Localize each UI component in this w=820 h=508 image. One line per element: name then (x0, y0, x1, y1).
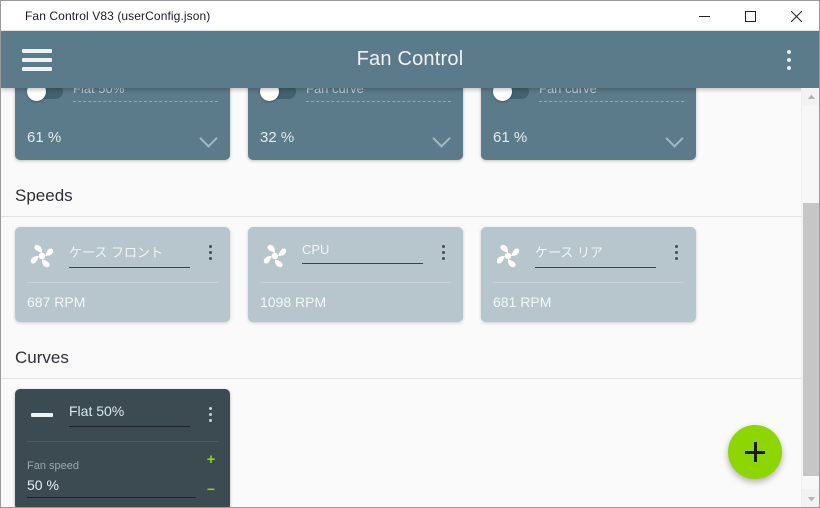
curve-card[interactable]: Flat 50% Fan speed 50 % + − (15, 389, 230, 507)
fan-icon (260, 241, 290, 271)
control-card-footer: 32 % (260, 126, 451, 148)
control-toggle[interactable] (260, 88, 296, 101)
controls-card-row: Flat 50% 61 % Fan curve 32 % Fan curve 6… (1, 88, 803, 174)
speeds-section-header: Speeds (1, 174, 803, 216)
underline (69, 267, 190, 268)
scroll-down-arrow[interactable] (802, 489, 819, 507)
fan-speed-field[interactable]: Fan speed 50 % (27, 460, 196, 498)
control-card-footer: 61 % (27, 126, 218, 148)
control-percent: 61 % (27, 128, 62, 146)
speed-name-label: CPU (302, 242, 330, 257)
expand-chevron-icon[interactable] (433, 132, 451, 142)
minimize-button[interactable] (681, 1, 727, 31)
window-controls (681, 1, 819, 31)
scrollbar-thumb[interactable] (803, 203, 819, 476)
scroll-up-arrow[interactable] (802, 88, 819, 106)
app-title: Fan Control (356, 48, 464, 70)
speed-card[interactable]: ケース リア 681 RPM (481, 227, 696, 322)
add-button[interactable] (728, 425, 782, 479)
control-source-label: Flat 50% (73, 88, 125, 96)
fan-speed-stepper: + − (204, 452, 218, 498)
speed-name-label: ケース リア (535, 245, 603, 260)
underline (69, 426, 190, 427)
app-bar: Fan Control (1, 31, 819, 88)
expand-chevron-icon[interactable] (200, 132, 218, 142)
speed-rpm-value: 1098 RPM (260, 294, 327, 310)
hamburger-menu-icon[interactable] (15, 38, 59, 82)
speed-rpm-value: 681 RPM (493, 294, 552, 310)
control-card-footer: 61 % (493, 126, 684, 148)
control-toggle[interactable] (27, 88, 63, 101)
control-card[interactable]: Flat 50% 61 % (15, 88, 230, 160)
title-bar: Fan Control V83 (userConfig.json) (1, 1, 819, 31)
control-card-header: Fan curve (260, 88, 451, 106)
speed-name-field[interactable]: ケース リア (535, 239, 656, 268)
control-toggle[interactable] (493, 88, 529, 101)
control-source-selector[interactable]: Fan curve (306, 88, 451, 102)
fan-speed-value[interactable]: 50 % (27, 477, 196, 497)
control-card-header: Flat 50% (27, 88, 218, 106)
speed-card[interactable]: ケース フロント 687 RPM (15, 227, 230, 322)
underline (539, 100, 684, 102)
underline (306, 100, 451, 102)
control-card-header: Fan curve (493, 88, 684, 106)
speed-card[interactable]: CPU 1098 RPM (248, 227, 463, 322)
control-card[interactable]: Fan curve 32 % (248, 88, 463, 160)
speeds-card-row: ケース フロント 687 RPM CPU 1098 RPM ケース リア 681… (1, 217, 803, 336)
control-source-label: Fan curve (306, 88, 364, 96)
control-source-selector[interactable]: Fan curve (539, 88, 684, 102)
window-title: Fan Control V83 (userConfig.json) (25, 8, 211, 23)
speed-card-menu-icon[interactable] (668, 239, 684, 260)
speed-card-header: CPU (260, 239, 451, 271)
curve-card-menu-icon[interactable] (202, 401, 218, 422)
expand-chevron-icon[interactable] (666, 132, 684, 142)
maximize-button[interactable] (727, 1, 773, 31)
speed-card-menu-icon[interactable] (435, 239, 451, 260)
curve-card-body: Fan speed 50 % + − (27, 442, 218, 498)
speed-name-field[interactable]: ケース フロント (69, 239, 190, 268)
speed-card-header: ケース リア (493, 239, 684, 271)
decrement-button[interactable]: − (204, 482, 218, 496)
speed-card-menu-icon[interactable] (202, 239, 218, 260)
vertical-scrollbar[interactable] (801, 88, 819, 507)
increment-button[interactable]: + (204, 452, 218, 467)
app-window: Fan Control V83 (userConfig.json) Fan Co… (0, 0, 820, 508)
control-source-label: Fan curve (539, 88, 597, 96)
scroll-content: Flat 50% 61 % Fan curve 32 % Fan curve 6… (1, 88, 803, 507)
control-source-selector[interactable]: Flat 50% (73, 88, 218, 102)
fan-icon (27, 241, 57, 271)
underline (302, 263, 423, 264)
speed-card-header: ケース フロント (27, 239, 218, 271)
curve-card-header: Flat 50% (27, 401, 218, 429)
underline (73, 100, 218, 102)
control-card[interactable]: Fan curve 61 % (481, 88, 696, 160)
fan-speed-label: Fan speed (27, 460, 79, 472)
underline (535, 267, 656, 268)
curve-name-label: Flat 50% (69, 403, 125, 419)
curves-section-header: Curves (1, 336, 803, 378)
control-percent: 61 % (493, 128, 528, 146)
speeds-heading: Speeds (15, 186, 73, 205)
speed-rpm-value: 687 RPM (27, 294, 86, 310)
close-button[interactable] (773, 1, 819, 31)
curve-name-field[interactable]: Flat 50% (69, 401, 190, 427)
underline (27, 497, 196, 498)
curves-heading: Curves (15, 348, 69, 367)
speed-name-field[interactable]: CPU (302, 239, 423, 264)
control-percent: 32 % (260, 128, 295, 146)
content-area: Flat 50% 61 % Fan curve 32 % Fan curve 6… (1, 88, 819, 507)
flat-curve-icon (27, 401, 57, 429)
speed-name-label: ケース フロント (69, 245, 163, 260)
curves-card-row: Flat 50% Fan speed 50 % + − (1, 379, 803, 507)
fan-icon (493, 241, 523, 271)
kebab-menu-icon[interactable] (775, 40, 803, 80)
